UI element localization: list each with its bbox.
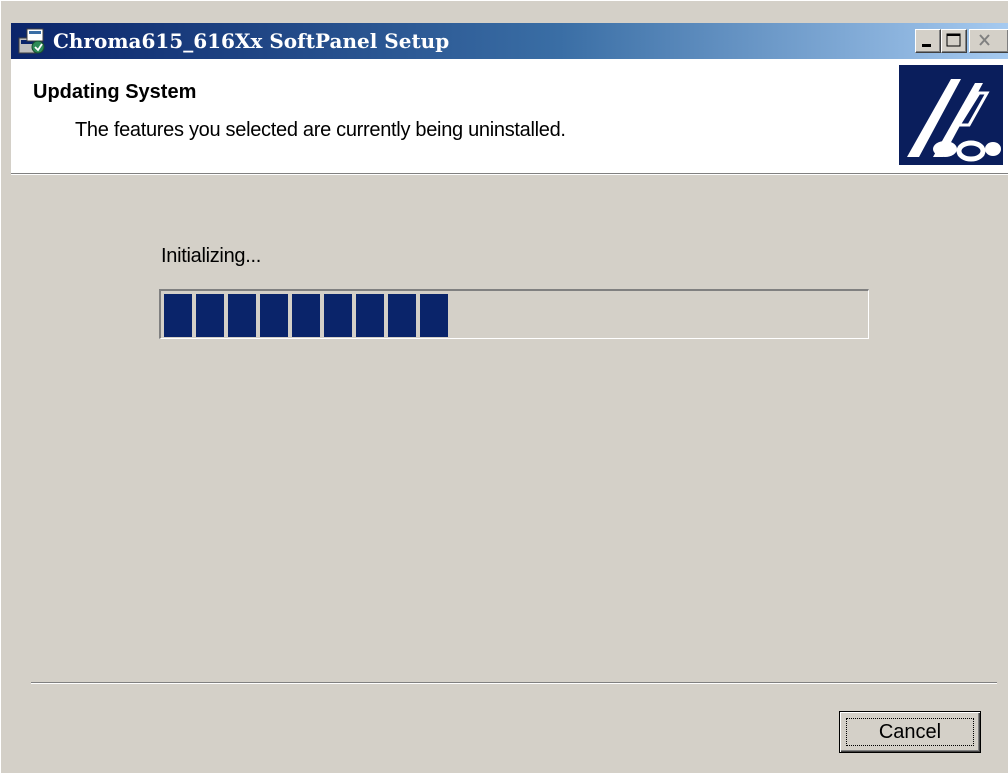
cancel-button-label: Cancel xyxy=(846,718,974,746)
window-title: Chroma615_616Xx SoftPanel Setup xyxy=(53,29,450,53)
maximize-button[interactable] xyxy=(941,29,967,53)
close-icon xyxy=(979,34,990,46)
header-banner: Updating System The features you selecte… xyxy=(11,59,1008,174)
cancel-button[interactable]: Cancel xyxy=(839,711,981,753)
setup-window: Chroma615_616Xx SoftPanel Setup Updating… xyxy=(0,0,1008,773)
minimize-icon xyxy=(922,44,931,47)
header-title: Updating System xyxy=(33,81,197,103)
progress-block xyxy=(388,294,416,337)
progress-track xyxy=(163,293,866,337)
progress-block xyxy=(420,294,448,337)
close-button[interactable] xyxy=(969,29,1008,53)
progress-status-label: Initializing... xyxy=(161,245,261,267)
title-bar[interactable]: Chroma615_616Xx SoftPanel Setup xyxy=(11,23,1008,59)
footer-separator xyxy=(31,682,997,684)
progress-block xyxy=(196,294,224,337)
progress-bar xyxy=(159,289,869,339)
progress-block xyxy=(356,294,384,337)
progress-block xyxy=(324,294,352,337)
installer-banner-logo xyxy=(899,65,1003,165)
progress-block xyxy=(228,294,256,337)
header-subtitle: The features you selected are currently … xyxy=(75,119,566,141)
progress-block xyxy=(260,294,288,337)
progress-block xyxy=(164,294,192,337)
maximize-icon xyxy=(946,33,961,47)
minimize-button[interactable] xyxy=(915,29,941,53)
progress-block xyxy=(292,294,320,337)
setup-package-icon xyxy=(17,26,47,56)
